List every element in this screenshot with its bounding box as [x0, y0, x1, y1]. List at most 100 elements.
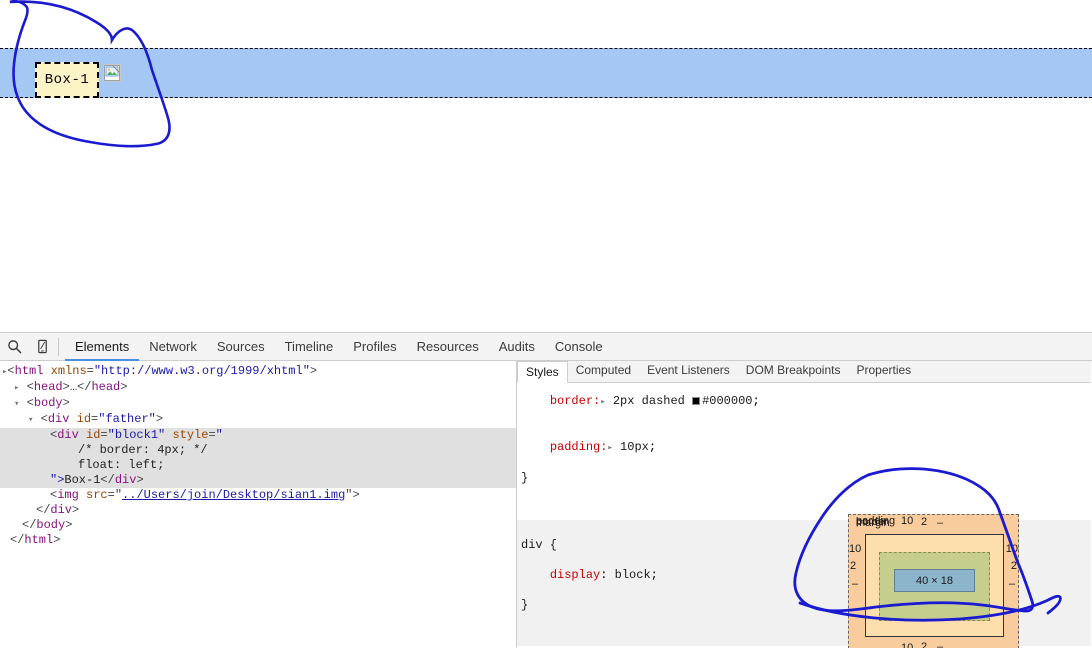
- tab-properties[interactable]: Properties: [848, 361, 919, 382]
- box-model-padding-right[interactable]: 10: [1006, 543, 1018, 555]
- box-model-padding-label: padding: [856, 515, 896, 527]
- box-model-padding-bottom[interactable]: 10: [901, 642, 913, 648]
- box1-element[interactable]: Box-1: [35, 62, 99, 98]
- dom-tagname: div: [50, 503, 73, 517]
- box-model-margin-right[interactable]: –: [1009, 578, 1015, 590]
- box-model-margin-top[interactable]: –: [937, 517, 943, 529]
- tab-properties-label: Properties: [856, 363, 912, 377]
- tab-network[interactable]: Network: [139, 333, 207, 361]
- devtools-toolbar: Elements Network Sources Timeline Profil…: [0, 333, 1092, 361]
- devtools-body: ▸<html xmlns="http://www.w3.org/1999/xht…: [0, 361, 1092, 648]
- dom-attr-name: xmlns: [50, 364, 87, 378]
- dom-tree-pane[interactable]: ▸<html xmlns="http://www.w3.org/1999/xht…: [0, 361, 517, 648]
- dom-node-html[interactable]: ▸<html xmlns="http://www.w3.org/1999/xht…: [0, 364, 516, 380]
- dom-node-body[interactable]: ▾ <body>: [0, 396, 516, 412]
- tab-dom-breakpoints[interactable]: DOM Breakpoints: [738, 361, 849, 382]
- tab-dom-breakpoints-label: DOM Breakpoints: [745, 363, 841, 377]
- css-value-display[interactable]: block: [615, 568, 651, 582]
- dom-attr-value: "block1": [107, 428, 166, 442]
- tab-event-listeners[interactable]: Event Listeners: [639, 361, 738, 382]
- styles-pane: Styles Computed Event Listeners DOM Brea…: [517, 361, 1091, 648]
- box-model-padding-left[interactable]: 10: [849, 543, 861, 555]
- tab-timeline[interactable]: Timeline: [275, 333, 344, 361]
- tab-resources[interactable]: Resources: [407, 333, 489, 361]
- dom-style-float: float: left;: [78, 458, 165, 472]
- device-toolbar-icon[interactable]: [28, 333, 56, 361]
- disclosure-triangle-icon[interactable]: ▾: [14, 399, 19, 409]
- dom-style-comment-line: /* border: 4px; */: [0, 443, 516, 458]
- disclosure-triangle-icon[interactable]: ▸: [14, 383, 19, 393]
- dom-tagname: head: [91, 380, 121, 394]
- tab-network-label: Network: [149, 338, 197, 354]
- tab-resources-label: Resources: [416, 338, 479, 354]
- dom-node-img[interactable]: <img src="../Users/join/Desktop/sian1.im…: [0, 488, 516, 503]
- tab-audits[interactable]: Audits: [489, 333, 545, 361]
- tab-elements-label: Elements: [75, 338, 130, 354]
- tab-profiles-label: Profiles: [353, 338, 397, 354]
- dom-attr-name: style: [172, 428, 209, 442]
- css-prop-border[interactable]: border:: [550, 394, 600, 408]
- dom-node-block1-close[interactable]: ">Box-1</div>: [0, 473, 516, 488]
- box-model-padding-top[interactable]: 10: [901, 515, 913, 527]
- box-model-margin[interactable]: margin – – – – border 2 2 2 2 padding 10: [848, 514, 1019, 648]
- box-model-border-left[interactable]: 2: [850, 560, 856, 572]
- box-model-border[interactable]: border 2 2 2 2 padding 10 10 10 10 40 × …: [849, 515, 1018, 648]
- tab-styles[interactable]: Styles: [517, 361, 568, 383]
- dom-node-html-close[interactable]: </html>: [0, 533, 516, 548]
- dom-tagname: img: [57, 488, 79, 502]
- tab-computed[interactable]: Computed: [568, 361, 639, 382]
- tab-event-listeners-label: Event Listeners: [647, 363, 730, 377]
- dom-attr-value: ">: [50, 473, 65, 487]
- dom-attr-name: id: [86, 428, 101, 442]
- tab-console[interactable]: Console: [545, 333, 613, 361]
- dom-node-div-father[interactable]: ▾ <div id="father">: [0, 412, 516, 428]
- css-value-border[interactable]: 2px dashed: [613, 394, 685, 408]
- dom-attr-value: "http://www.w3.org/1999/xhtml": [93, 364, 310, 378]
- box-model-padding[interactable]: padding 10 10 10 10 40 × 18: [849, 515, 1018, 648]
- dom-tagname: html: [14, 364, 44, 378]
- tab-profiles[interactable]: Profiles: [343, 333, 406, 361]
- dom-attr-name: src: [86, 488, 108, 502]
- dom-text-node: Box-1: [64, 473, 101, 487]
- tab-timeline-label: Timeline: [284, 338, 334, 354]
- tab-sources-label: Sources: [216, 338, 265, 354]
- tab-styles-label: Styles: [526, 365, 559, 379]
- inspect-element-icon[interactable]: [0, 333, 28, 361]
- toolbar-separator: [58, 337, 59, 356]
- devtools-tabbar: Elements Network Sources Timeline Profil…: [65, 333, 613, 361]
- box-model-border-top[interactable]: 2: [921, 516, 927, 528]
- box-model-diagram: margin – – – – border 2 2 2 2 padding 10: [848, 514, 1019, 648]
- dom-style-float-line: float: left;: [0, 458, 516, 473]
- tab-audits-label: Audits: [498, 338, 535, 354]
- css-value-padding[interactable]: 10px: [620, 440, 649, 454]
- color-swatch[interactable]: [692, 396, 701, 405]
- box-model-content[interactable]: 40 × 18: [894, 569, 975, 592]
- css-rule-inline: padding:▸ 10px; }: [517, 425, 1091, 516]
- dom-node-div-block1[interactable]: <div id="block1" style=": [0, 428, 516, 443]
- css-prop-padding[interactable]: padding:: [550, 440, 608, 454]
- styles-tabbar: Styles Computed Event Listeners DOM Brea…: [517, 361, 1091, 383]
- box-model-margin-left[interactable]: –: [852, 578, 858, 590]
- box1-label: Box-1: [44, 72, 90, 88]
- dom-tagname: div: [114, 473, 137, 487]
- dom-tagname: head: [33, 380, 63, 394]
- box-model-margin-bottom[interactable]: –: [937, 641, 943, 648]
- disclosure-triangle-icon[interactable]: ▾: [28, 415, 33, 425]
- css-rule-clipped: border:▸ 2px dashed #000000;: [549, 394, 760, 408]
- dom-node-div-father-close[interactable]: </div>: [0, 503, 516, 518]
- expand-triangle-icon[interactable]: ▸: [600, 397, 605, 407]
- box-model-border-bottom[interactable]: 2: [921, 641, 927, 648]
- element-highlight-overlay: [0, 48, 1092, 98]
- dom-node-body-close[interactable]: </body>: [0, 518, 516, 533]
- tab-sources[interactable]: Sources: [207, 333, 275, 361]
- css-prop-display[interactable]: display: [550, 568, 600, 582]
- css-value-border-color[interactable]: #000000: [702, 394, 752, 408]
- box-model-border-right[interactable]: 2: [1011, 560, 1017, 572]
- expand-triangle-icon[interactable]: ▸: [607, 443, 612, 453]
- broken-image-icon: [103, 64, 121, 82]
- dom-attr-src-link[interactable]: ../Users/join/Desktop/sian1.img: [122, 488, 345, 502]
- dom-node-head[interactable]: ▸ <head>…</head>: [0, 380, 516, 396]
- dom-attr-name: id: [76, 412, 92, 426]
- dom-tagname: div: [57, 428, 79, 442]
- tab-elements[interactable]: Elements: [65, 333, 139, 361]
